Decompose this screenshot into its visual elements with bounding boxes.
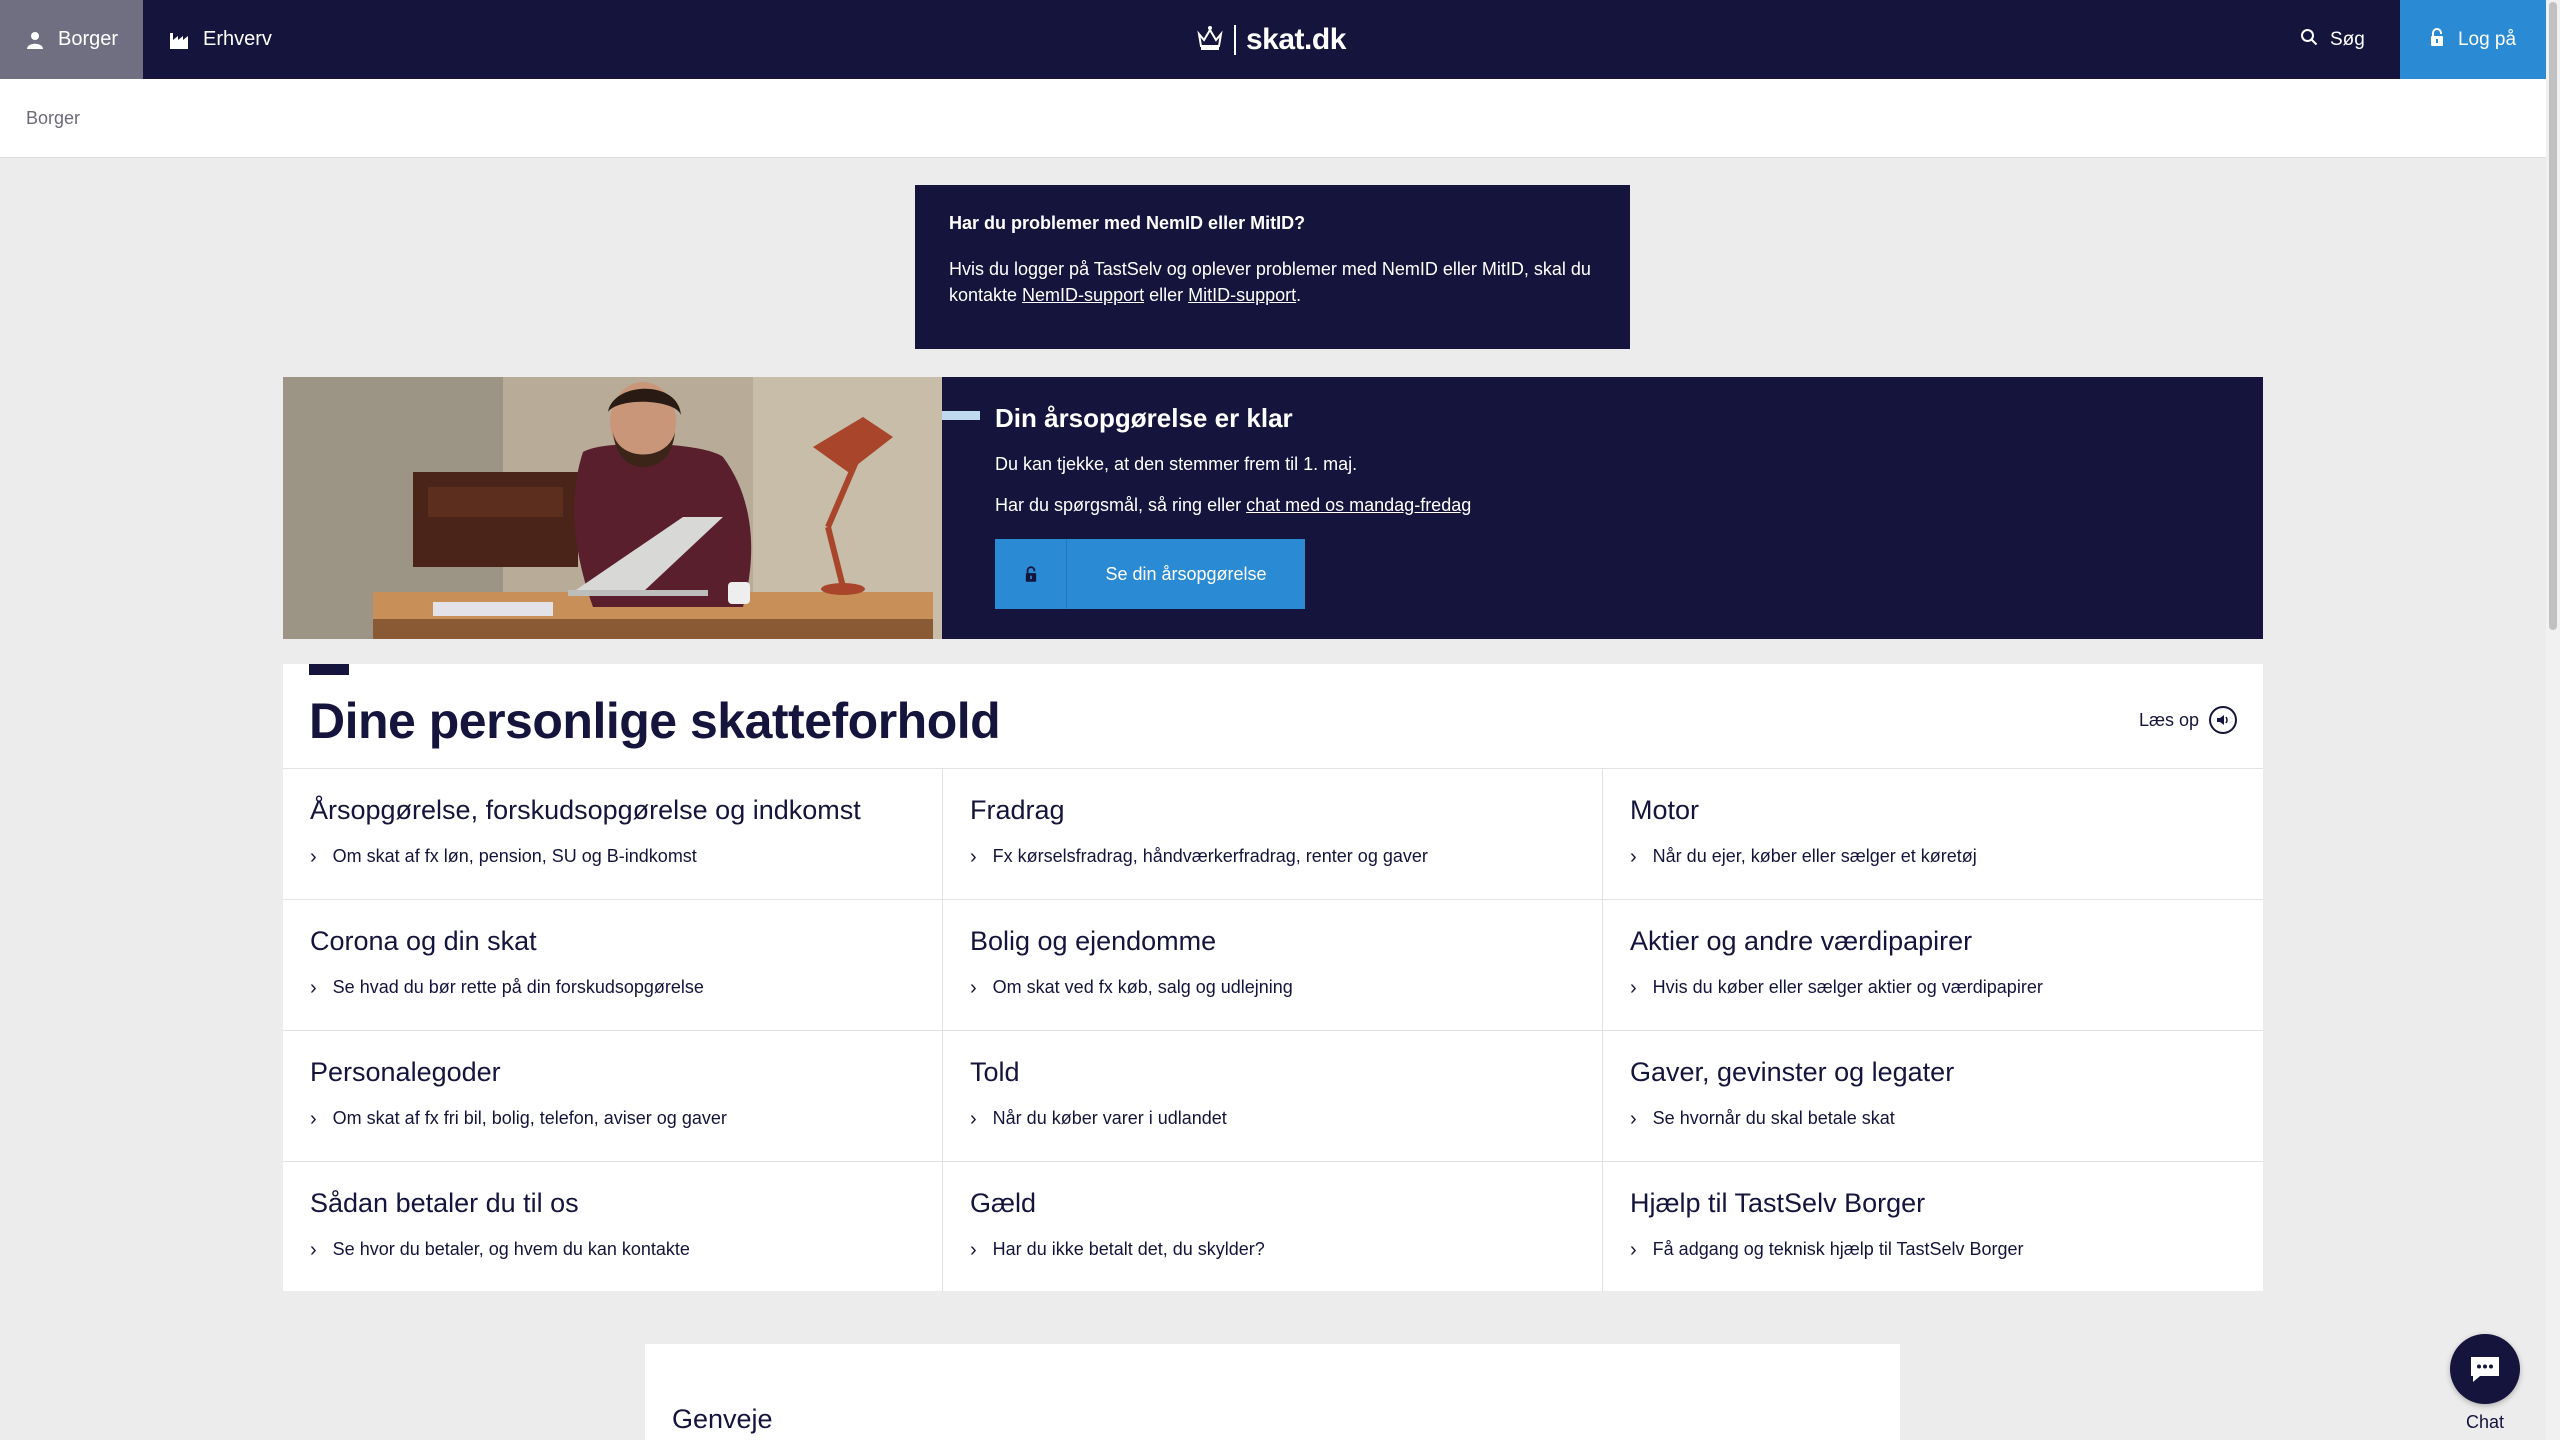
chat-link[interactable]: chat med os mandag-fredag (1246, 495, 1471, 515)
topic-link[interactable]: › Hvis du køber eller sælger aktier og væ… (1630, 977, 2263, 998)
topic-title: Gæld (970, 1188, 1037, 1218)
topic-title: Bolig og ejendomme (970, 926, 1217, 956)
search-icon (2300, 28, 2318, 52)
view-annual-statement-button[interactable]: Se din årsopgørelse (995, 539, 1305, 609)
topic-card[interactable]: Gaver, gevinster og legater › Se hvornår d… (1603, 1031, 2263, 1162)
personal-tax-section: Dine personlige skatteforhold Læs op Års… (283, 664, 2263, 1292)
topic-link[interactable]: › Har du ikke betalt det, du skylder? (970, 1239, 1602, 1260)
topic-title: Hjælp til TastSelv Borger (1630, 1188, 1926, 1218)
topic-title: Told (970, 1057, 1020, 1087)
chevron-right-icon: › (1630, 1238, 1637, 1261)
notice-text: Hvis du logger på TastSelv og oplever pr… (949, 259, 1591, 305)
topic-link[interactable]: › Fx kørselsfradrag, håndværkerfradrag, r… (970, 846, 1602, 867)
chevron-right-icon: › (970, 1107, 977, 1130)
chevron-right-icon: › (1630, 1107, 1637, 1130)
annual-statement-banner: Din årsopgørelse er klar Du kan tjekke, … (283, 377, 2263, 639)
topic-card[interactable]: Motor › Når du ejer, køber eller sælger et… (1603, 769, 2263, 900)
topic-link[interactable]: › Se hvornår du skal betale skat (1630, 1108, 2263, 1129)
hero-image-man-at-laptop (283, 377, 942, 639)
lock-icon (995, 539, 1067, 609)
topic-grid: Årsopgørelse, forskudsopgørelse og indko… (283, 768, 2263, 1292)
topic-link[interactable]: › Få adgang og teknisk hjælp til TastSelv… (1630, 1239, 2263, 1260)
topic-title: Corona og din skat (310, 926, 537, 956)
topic-link[interactable]: › Om skat ved fx køb, salg og udlejning (970, 977, 1602, 998)
chevron-right-icon: › (970, 1238, 977, 1261)
chat-bubble-icon[interactable] (2450, 1334, 2520, 1404)
tab-borger[interactable]: Borger (0, 0, 143, 79)
topic-card[interactable]: Bolig og ejendomme › Om skat ved fx køb, s… (943, 900, 1603, 1031)
factory-icon (169, 31, 189, 49)
topic-card[interactable]: Fradrag › Fx kørselsfradrag, håndværkerfra… (943, 769, 1603, 900)
notice-title: Har du problemer med NemID eller MitID? (949, 213, 1306, 233)
chevron-right-icon: › (970, 976, 977, 999)
scrollbar-thumb[interactable] (2549, 2, 2557, 630)
hero-line-2: Har du spørgsmål, så ring eller chat med… (995, 495, 1472, 515)
tab-erhverv-label: Erhverv (203, 28, 272, 50)
topic-title: Fradrag (970, 795, 1065, 825)
read-aloud-label: Læs op (2138, 709, 2199, 730)
login-label: Log på (2457, 28, 2517, 50)
topic-title: Aktier og andre værdipapirer (1630, 926, 1973, 956)
logo-text: skat.dk (1246, 23, 1346, 56)
search-button[interactable]: Søg (2300, 0, 2365, 79)
breadcrumb: Borger (0, 79, 2546, 158)
topic-title: Sådan betaler du til os (310, 1188, 579, 1218)
skat-logo[interactable]: skat.dk (1196, 20, 1346, 60)
search-label: Søg (2330, 28, 2365, 50)
topic-link[interactable]: › Om skat af fx fri bil, bolig, telefon, … (310, 1108, 942, 1129)
topic-card[interactable]: Gæld › Har du ikke betalt det, du skylder? (943, 1162, 1603, 1292)
hero-content: Din årsopgørelse er klar Du kan tjekke, … (995, 403, 1471, 536)
section-title: Dine personlige skatteforhold (309, 693, 1001, 749)
chat-widget[interactable]: Chat (2450, 1334, 2520, 1433)
breadcrumb-item-borger[interactable]: Borger (26, 108, 80, 129)
section-accent-bar (309, 664, 349, 675)
shortcuts-card: Genveje (645, 1344, 1900, 1440)
chevron-right-icon: › (970, 845, 977, 868)
view-annual-statement-label: Se din årsopgørelse (1105, 563, 1267, 584)
top-navigation: Borger Erhverv skat.dk Søg Log på (0, 0, 2546, 79)
topic-link[interactable]: › Når du ejer, køber eller sælger et køre… (1630, 846, 2263, 867)
chevron-right-icon: › (1630, 845, 1637, 868)
chevron-right-icon: › (1630, 976, 1637, 999)
shortcuts-title: Genveje (672, 1404, 773, 1434)
lock-icon (2430, 27, 2444, 52)
topic-card[interactable]: Aktier og andre værdipapirer › Hvis du køb… (1603, 900, 2263, 1031)
topic-link[interactable]: › Når du køber varer i udlandet (970, 1108, 1602, 1129)
logo-divider (1234, 25, 1236, 55)
hero-accent-bar (942, 411, 980, 420)
topic-title: Personalegoder (310, 1057, 501, 1087)
hero-line-1: Du kan tjekke, at den stemmer frem til 1… (995, 454, 1358, 474)
tab-erhverv[interactable]: Erhverv (143, 0, 272, 79)
hero-title: Din årsopgørelse er klar (995, 403, 1293, 433)
topic-title: Gaver, gevinster og legater (1630, 1057, 1955, 1087)
chevron-right-icon: › (310, 1238, 317, 1261)
topic-title: Årsopgørelse, forskudsopgørelse og indko… (310, 795, 861, 825)
crown-icon (1196, 24, 1224, 57)
topic-card[interactable]: Personalegoder › Om skat af fx fri bil, bo… (283, 1031, 943, 1162)
topic-card[interactable]: Sådan betaler du til os › Se hvor du betal… (283, 1162, 943, 1292)
chevron-right-icon: › (310, 845, 317, 868)
chevron-right-icon: › (310, 976, 317, 999)
topic-card[interactable]: Årsopgørelse, forskudsopgørelse og indko… (283, 769, 943, 900)
topic-card[interactable]: Corona og din skat › Se hvad du bør rette … (283, 900, 943, 1031)
tab-borger-label: Borger (58, 28, 119, 50)
speaker-icon (2209, 706, 2237, 734)
page-scrollbar[interactable] (2546, 0, 2560, 1440)
nemid-notice: Har du problemer med NemID eller MitID? … (915, 185, 1630, 349)
nemid-support-link[interactable]: NemID-support (1022, 285, 1144, 305)
person-icon (26, 31, 44, 49)
login-button[interactable]: Log på (2400, 0, 2546, 79)
chat-label: Chat (2465, 1412, 2505, 1432)
chevron-right-icon: › (310, 1107, 317, 1130)
topic-card[interactable]: Hjælp til TastSelv Borger › Få adgang og t… (1603, 1162, 2263, 1292)
topic-link[interactable]: › Se hvad du bør rette på din forskudsopg… (310, 977, 942, 998)
topic-link[interactable]: › Om skat af fx løn, pension, SU og B-ind… (310, 846, 942, 867)
read-aloud-button[interactable]: Læs op (2139, 706, 2237, 734)
mitid-support-link[interactable]: MitID-support (1188, 285, 1296, 305)
topic-link[interactable]: › Se hvor du betaler, og hvem du kan kont… (310, 1239, 942, 1260)
topic-title: Motor (1630, 795, 1700, 825)
topic-card[interactable]: Told › Når du køber varer i udlandet (943, 1031, 1603, 1162)
